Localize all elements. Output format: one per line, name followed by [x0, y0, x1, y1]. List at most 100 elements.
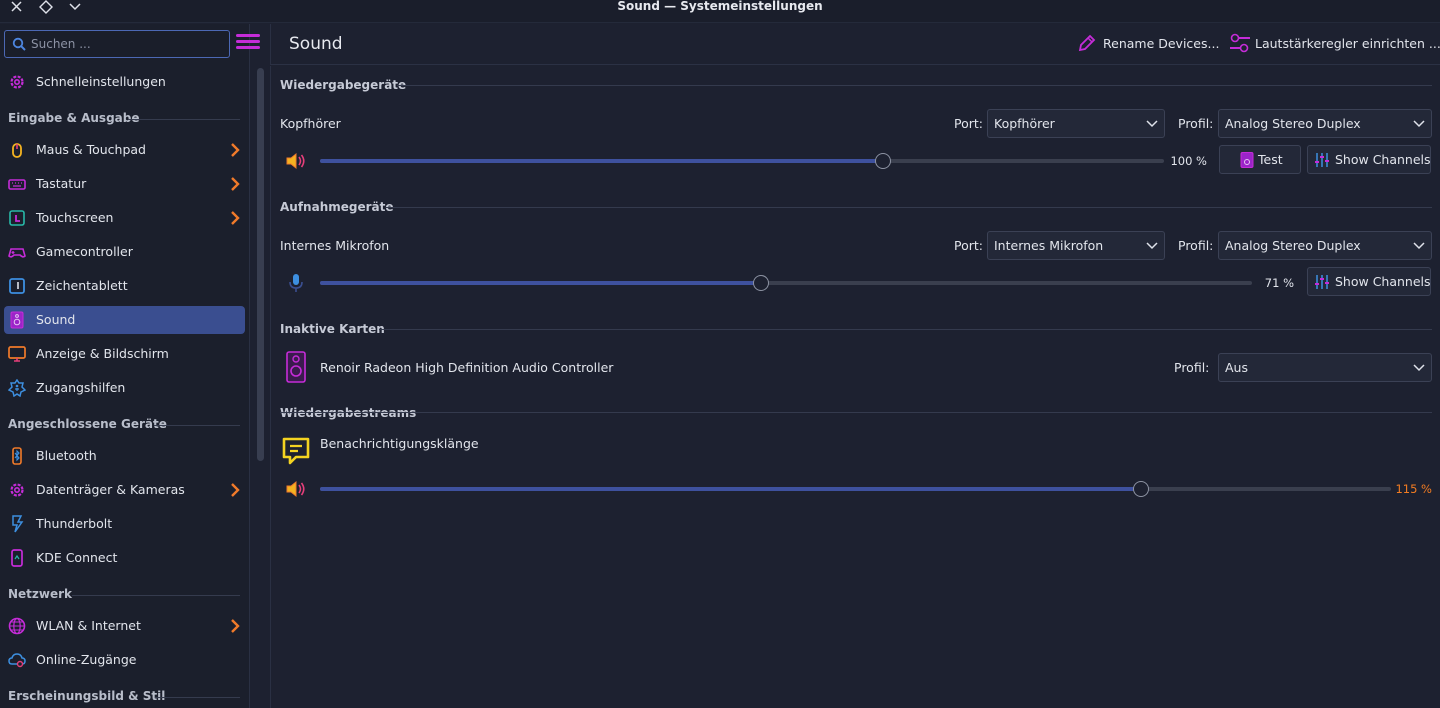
- sidebar-item-label: Gamecontroller: [36, 244, 133, 259]
- playback-volume-percent: 100 %: [1170, 154, 1207, 168]
- sidebar-item-label: Datenträger & Kameras: [36, 482, 185, 497]
- sidebar-item-label: Bluetooth: [36, 448, 97, 463]
- sidebar-item-bluetooth[interactable]: Bluetooth: [4, 442, 245, 470]
- speaker-icon: [1240, 152, 1254, 168]
- capture-profile-select[interactable]: Analog Stereo Duplex: [1218, 231, 1432, 260]
- sidebar-item-label: KDE Connect: [36, 550, 118, 565]
- sidebar-item-datentraeger[interactable]: Datenträger & Kameras: [4, 476, 245, 504]
- port-label: Port:: [954, 116, 983, 131]
- capture-volume-percent: 71 %: [1264, 276, 1294, 290]
- slider-handle[interactable]: [1133, 481, 1149, 497]
- gamepad-icon: [8, 248, 26, 258]
- sidebar-item-touchscreen[interactable]: Touchscreen: [4, 204, 245, 232]
- kde-connect-icon: [11, 549, 23, 567]
- stream-volume-slider[interactable]: [320, 480, 1391, 498]
- sidebar-item-thunderbolt[interactable]: Thunderbolt: [4, 510, 245, 538]
- cloud-icon: [8, 653, 26, 668]
- gear-icon: [10, 75, 24, 89]
- keyboard-icon: [8, 179, 26, 190]
- playback-volume-slider[interactable]: [320, 152, 1164, 170]
- section-playback-devices: Wiedergabegeräte: [280, 78, 407, 92]
- card-profile-select[interactable]: Aus: [1218, 353, 1432, 382]
- stream-name: Benachrichtigungsklänge: [320, 436, 479, 451]
- search-field[interactable]: [4, 30, 230, 58]
- sidebar-item-label: Zugangshilfen: [36, 380, 126, 395]
- capture-volume-slider[interactable]: [320, 274, 1252, 292]
- notification-icon: [282, 437, 310, 465]
- section-playback-streams: Wiedergabestreams: [280, 406, 417, 420]
- sound-card-name: Renoir Radeon High Definition Audio Cont…: [320, 360, 614, 375]
- sidebar-item-label: Schnelleinstellungen: [36, 74, 166, 89]
- sound-card-icon: [286, 351, 306, 383]
- search-input[interactable]: [31, 35, 221, 53]
- gear-icon: [10, 483, 24, 497]
- slider-handle[interactable]: [875, 153, 891, 169]
- equalizer-icon: [1315, 275, 1329, 289]
- page-header: Sound Rename Devices... Lautstärkeregler…: [270, 24, 1440, 65]
- capture-show-channels-button[interactable]: Show Channels: [1307, 267, 1431, 296]
- category-eingabe-ausgabe: Eingabe & Ausgabe: [8, 111, 140, 125]
- sidebar-item-zeichentablett[interactable]: Zeichentablett: [4, 272, 245, 300]
- sidebar-item-kdeconnect[interactable]: KDE Connect: [4, 544, 245, 572]
- sidebar-item-wlan[interactable]: WLAN & Internet: [4, 612, 245, 640]
- sidebar-item-label: Tastatur: [36, 176, 87, 191]
- stream-volume-percent: 115 %: [1395, 482, 1432, 496]
- playback-show-channels-button[interactable]: Show Channels: [1307, 145, 1431, 174]
- slider-handle[interactable]: [753, 275, 769, 291]
- sliders-icon: [1230, 33, 1250, 53]
- category-netzwerk: Netzwerk: [8, 587, 73, 601]
- chevron-right-icon: [231, 211, 240, 225]
- sidebar-item-online[interactable]: Online-Zugänge: [4, 646, 245, 674]
- window-title: Sound — Systemeinstellungen: [617, 0, 823, 13]
- globe-icon: [8, 617, 26, 635]
- volume-controls-setup-button[interactable]: Lautstärkeregler einrichten ...: [1229, 32, 1440, 56]
- section-inactive-cards: Inaktive Karten: [280, 322, 385, 336]
- sidebar-item-gamecontroller[interactable]: Gamecontroller: [4, 238, 245, 266]
- sidebar: Schnelleinstellungen Eingabe & Ausgabe M…: [0, 24, 260, 708]
- main-content: Wiedergabegeräte Kopfhörer Port: Kopfhör…: [270, 66, 1440, 708]
- rename-devices-button[interactable]: Rename Devices...: [1077, 32, 1219, 56]
- playback-port-select[interactable]: Kopfhörer: [987, 109, 1165, 138]
- sidebar-item-zugangshilfen[interactable]: Zugangshilfen: [4, 374, 245, 402]
- sidebar-item-label: Online-Zugänge: [36, 652, 137, 667]
- page-title: Sound: [289, 34, 343, 54]
- sidebar-scrollbar[interactable]: [257, 68, 264, 461]
- chevron-down-icon: [1413, 120, 1425, 128]
- volume-icon[interactable]: [285, 152, 307, 170]
- section-capture-devices: Aufnahmegeräte: [280, 200, 394, 214]
- section-divider: [379, 329, 1432, 330]
- chevron-right-icon: [231, 483, 240, 497]
- section-divider: [280, 412, 1432, 413]
- sidebar-item-tastatur[interactable]: Tastatur: [4, 170, 245, 198]
- category-erscheinungsbild: Erscheinungsbild & Stil: [8, 689, 166, 703]
- category-divider: [72, 595, 240, 596]
- title-bar: Sound — Systemeinstellungen: [0, 0, 1440, 23]
- section-divider: [397, 85, 1432, 86]
- chevron-right-icon: [231, 143, 240, 157]
- category-divider: [155, 697, 240, 698]
- sidebar-item-sound[interactable]: Sound: [4, 306, 245, 334]
- sidebar-item-label: Zeichentablett: [36, 278, 128, 293]
- bluetooth-icon: [12, 447, 22, 465]
- speaker-icon: [10, 311, 24, 329]
- sidebar-item-anzeige[interactable]: Anzeige & Bildschirm: [4, 340, 245, 368]
- sidebar-item-schnelleinstellungen[interactable]: Schnelleinstellungen: [4, 68, 245, 96]
- touchscreen-icon: [9, 210, 25, 226]
- section-divider: [386, 207, 1432, 208]
- sidebar-item-maus-touchpad[interactable]: Maus & Touchpad: [4, 136, 245, 164]
- sidebar-item-label: Touchscreen: [36, 210, 114, 225]
- sidebar-item-label: WLAN & Internet: [36, 618, 141, 633]
- capture-port-select[interactable]: Internes Mikrofon: [987, 231, 1165, 260]
- profile-label: Profil:: [1178, 238, 1214, 253]
- volume-icon[interactable]: [285, 480, 307, 498]
- category-angeschlossene-geraete: Angeschlossene Geräte: [8, 417, 167, 431]
- sidebar-item-label: Maus & Touchpad: [36, 142, 146, 157]
- chevron-right-icon: [231, 619, 240, 633]
- test-button[interactable]: Test: [1219, 145, 1301, 174]
- playback-profile-select[interactable]: Analog Stereo Duplex: [1218, 109, 1432, 138]
- hamburger-menu-icon[interactable]: [236, 34, 260, 56]
- accessibility-icon: [8, 379, 26, 397]
- microphone-icon[interactable]: [288, 273, 304, 293]
- search-icon: [12, 37, 26, 51]
- port-label: Port:: [954, 238, 983, 253]
